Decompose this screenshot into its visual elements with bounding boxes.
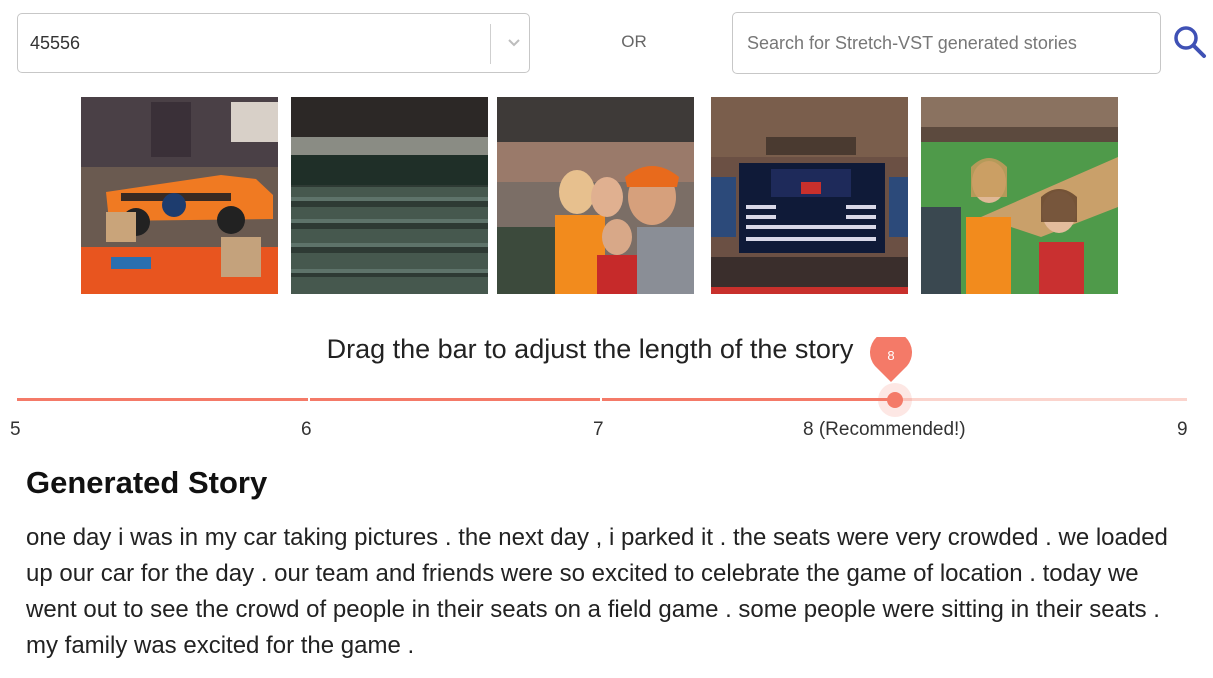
slider-mark-7: 7 — [593, 419, 604, 440]
slider-mark-5: 5 — [10, 419, 21, 440]
slider-tick — [308, 397, 310, 402]
slider-value-label: 8 — [887, 348, 895, 363]
photo-stadium-seats — [291, 97, 488, 294]
album-select[interactable]: 45556 — [17, 13, 530, 73]
slider-title: Drag the bar to adjust the length of the… — [326, 334, 854, 364]
story-length-slider[interactable] — [17, 383, 1187, 419]
photo-girls-field — [921, 97, 1118, 294]
select-divider — [490, 24, 491, 64]
search-icon — [1174, 26, 1206, 58]
slider-mark-9: 9 — [1177, 419, 1188, 440]
slider-mark-6: 6 — [301, 419, 312, 440]
chevron-down-icon[interactable] — [502, 30, 526, 54]
story-heading: Generated Story — [26, 465, 268, 500]
slider-tick — [600, 397, 602, 402]
photo-orange-car — [81, 97, 278, 294]
story-search-input[interactable] — [732, 12, 1161, 74]
photo-scoreboard — [711, 97, 908, 294]
story-text: one day i was in my car taking pictures … — [26, 524, 1168, 659]
slider-thumb[interactable] — [887, 392, 903, 408]
album-select-value: 45556 — [30, 33, 81, 53]
or-label: OR — [621, 32, 647, 51]
slider-mark-8: 8 (Recommended!) — [803, 419, 966, 440]
slider-track — [17, 398, 895, 401]
photo-family-crowd — [497, 97, 694, 294]
search-button[interactable] — [1170, 22, 1210, 62]
